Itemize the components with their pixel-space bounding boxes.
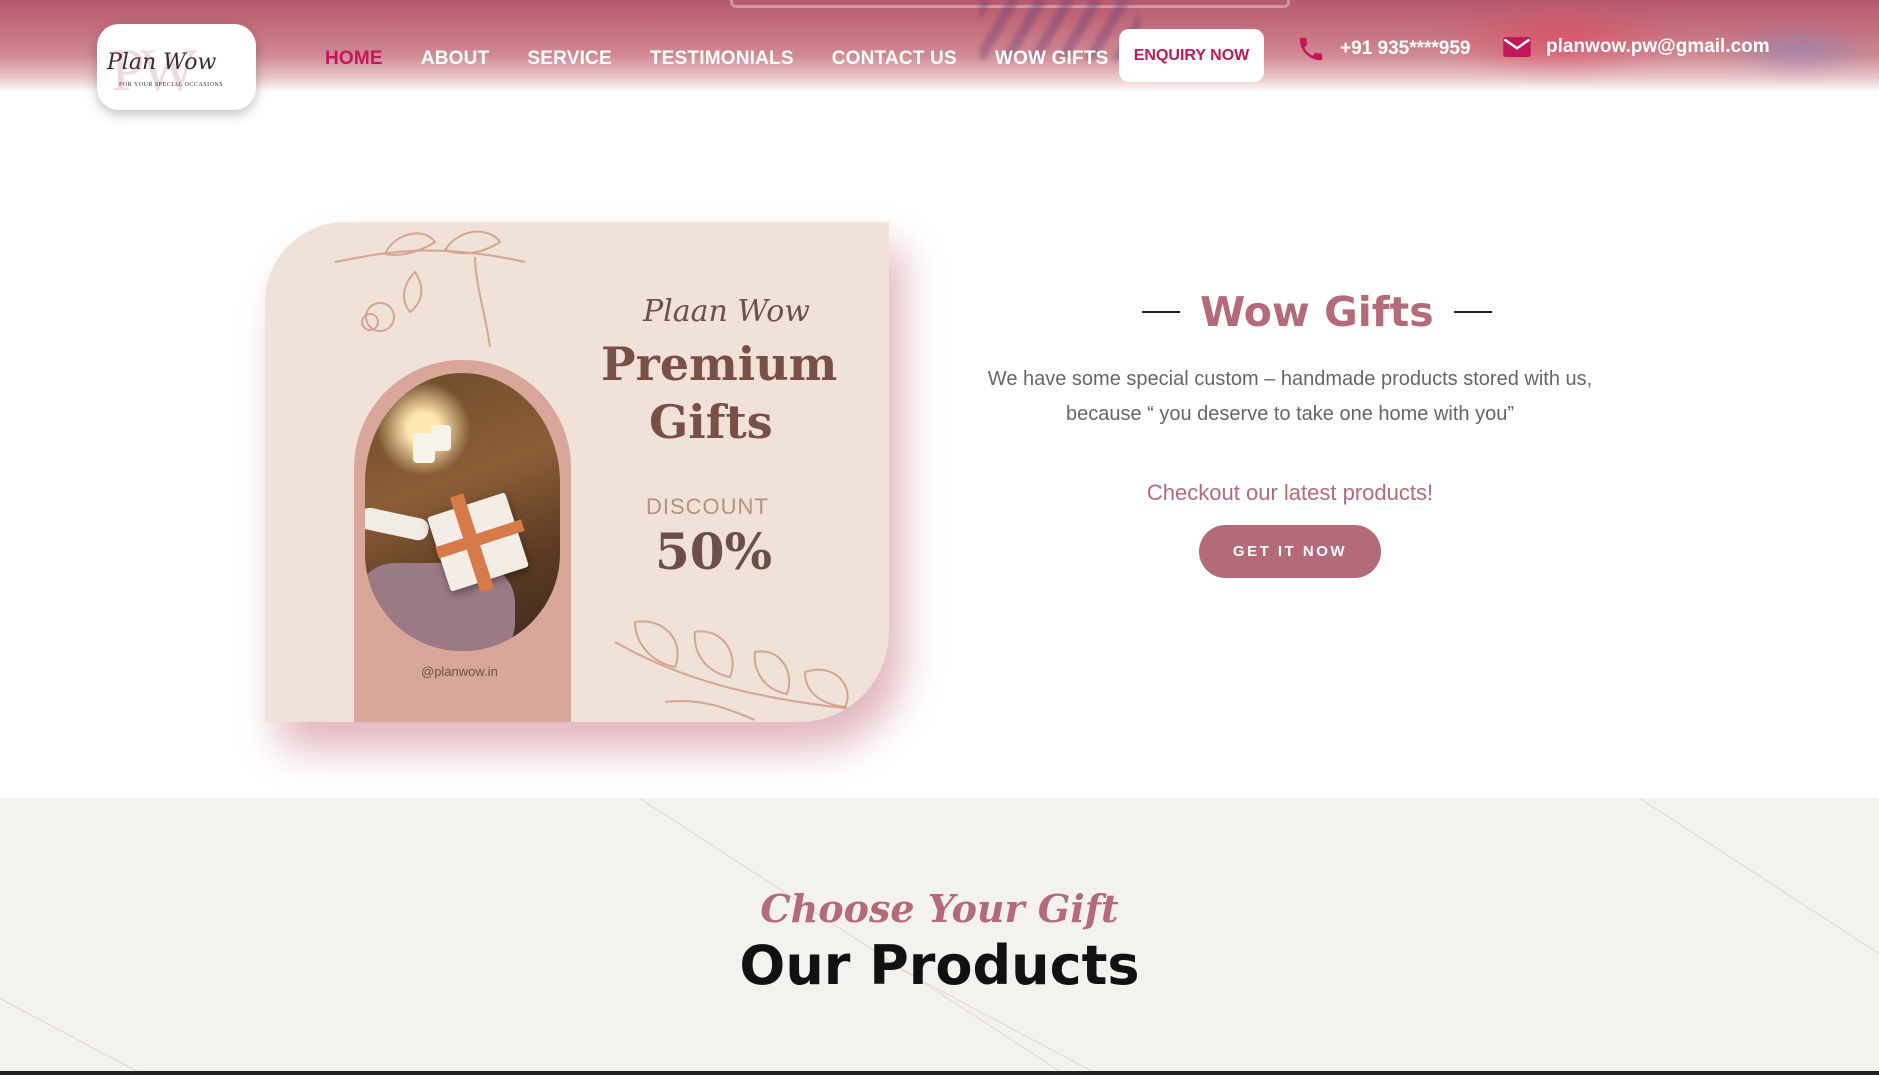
nav-item-home[interactable]: HOME: [325, 48, 383, 70]
main-nav: HOME ABOUT SERVICE TESTIMONIALS CONTACT …: [325, 48, 1109, 70]
products-heading: Our Products: [739, 934, 1140, 997]
logo-tagline: FOR YOUR SPECIAL OCCASIONS: [119, 82, 224, 88]
wow-gifts-description: We have some special custom – handmade p…: [987, 368, 1593, 425]
floral-decoration-icon: [614, 620, 886, 721]
nav-item-testimonials[interactable]: TESTIMONIALS: [650, 48, 794, 70]
heading-divider: [1142, 311, 1180, 313]
nav-item-service[interactable]: SERVICE: [527, 48, 611, 70]
phone-icon: [1299, 37, 1323, 61]
site-logo[interactable]: PW Plan Wow FOR YOUR SPECIAL OCCASIONS: [97, 24, 256, 110]
products-section: Choose Your Gift Our Products: [0, 798, 1879, 1075]
heading-divider: [1453, 311, 1492, 313]
enquiry-now-button[interactable]: ENQUIRY NOW: [1119, 29, 1264, 82]
nav-item-about[interactable]: ABOUT: [421, 48, 490, 70]
mail-icon: [1503, 37, 1531, 57]
section-bottom-border: [0, 1071, 1879, 1075]
wow-gifts-title: Wow Gifts: [1200, 288, 1434, 336]
discount-label: DISCOUNT: [646, 494, 769, 519]
background-line: [0, 998, 142, 1075]
instagram-handle: @planwow.in: [421, 664, 498, 679]
nav-item-wow-gifts[interactable]: WOW GIFTS: [995, 48, 1109, 70]
site-header: HOME ABOUT SERVICE TESTIMONIALS CONTACT …: [0, 0, 1879, 92]
phone-contact[interactable]: +91 935****959: [1296, 34, 1471, 64]
logo-script: Plan Wow: [107, 50, 217, 75]
wow-gifts-heading: Wow Gifts: [1142, 288, 1492, 336]
promo-title-line2: Gifts: [649, 395, 773, 449]
sleeve-shape: [365, 505, 431, 543]
get-it-now-button[interactable]: GET IT NOW: [1199, 525, 1381, 578]
nav-item-contact-us[interactable]: CONTACT US: [832, 48, 957, 70]
discount-value: 50%: [655, 522, 773, 581]
checkout-text: Checkout our latest products!: [1146, 480, 1434, 505]
phone-number: +91 935****959: [1340, 38, 1471, 59]
promo-brand-script: Plaan Wow: [643, 294, 810, 329]
products-kicker: Choose Your Gift: [760, 886, 1119, 931]
email-contact[interactable]: planwow.pw@gmail.com: [1502, 34, 1770, 60]
email-address: planwow.pw@gmail.com: [1546, 36, 1770, 57]
premium-gifts-banner: @planwow.in Plaan Wow Premium Gifts DISC…: [265, 222, 889, 722]
promo-title-line1: Premium: [601, 337, 838, 391]
